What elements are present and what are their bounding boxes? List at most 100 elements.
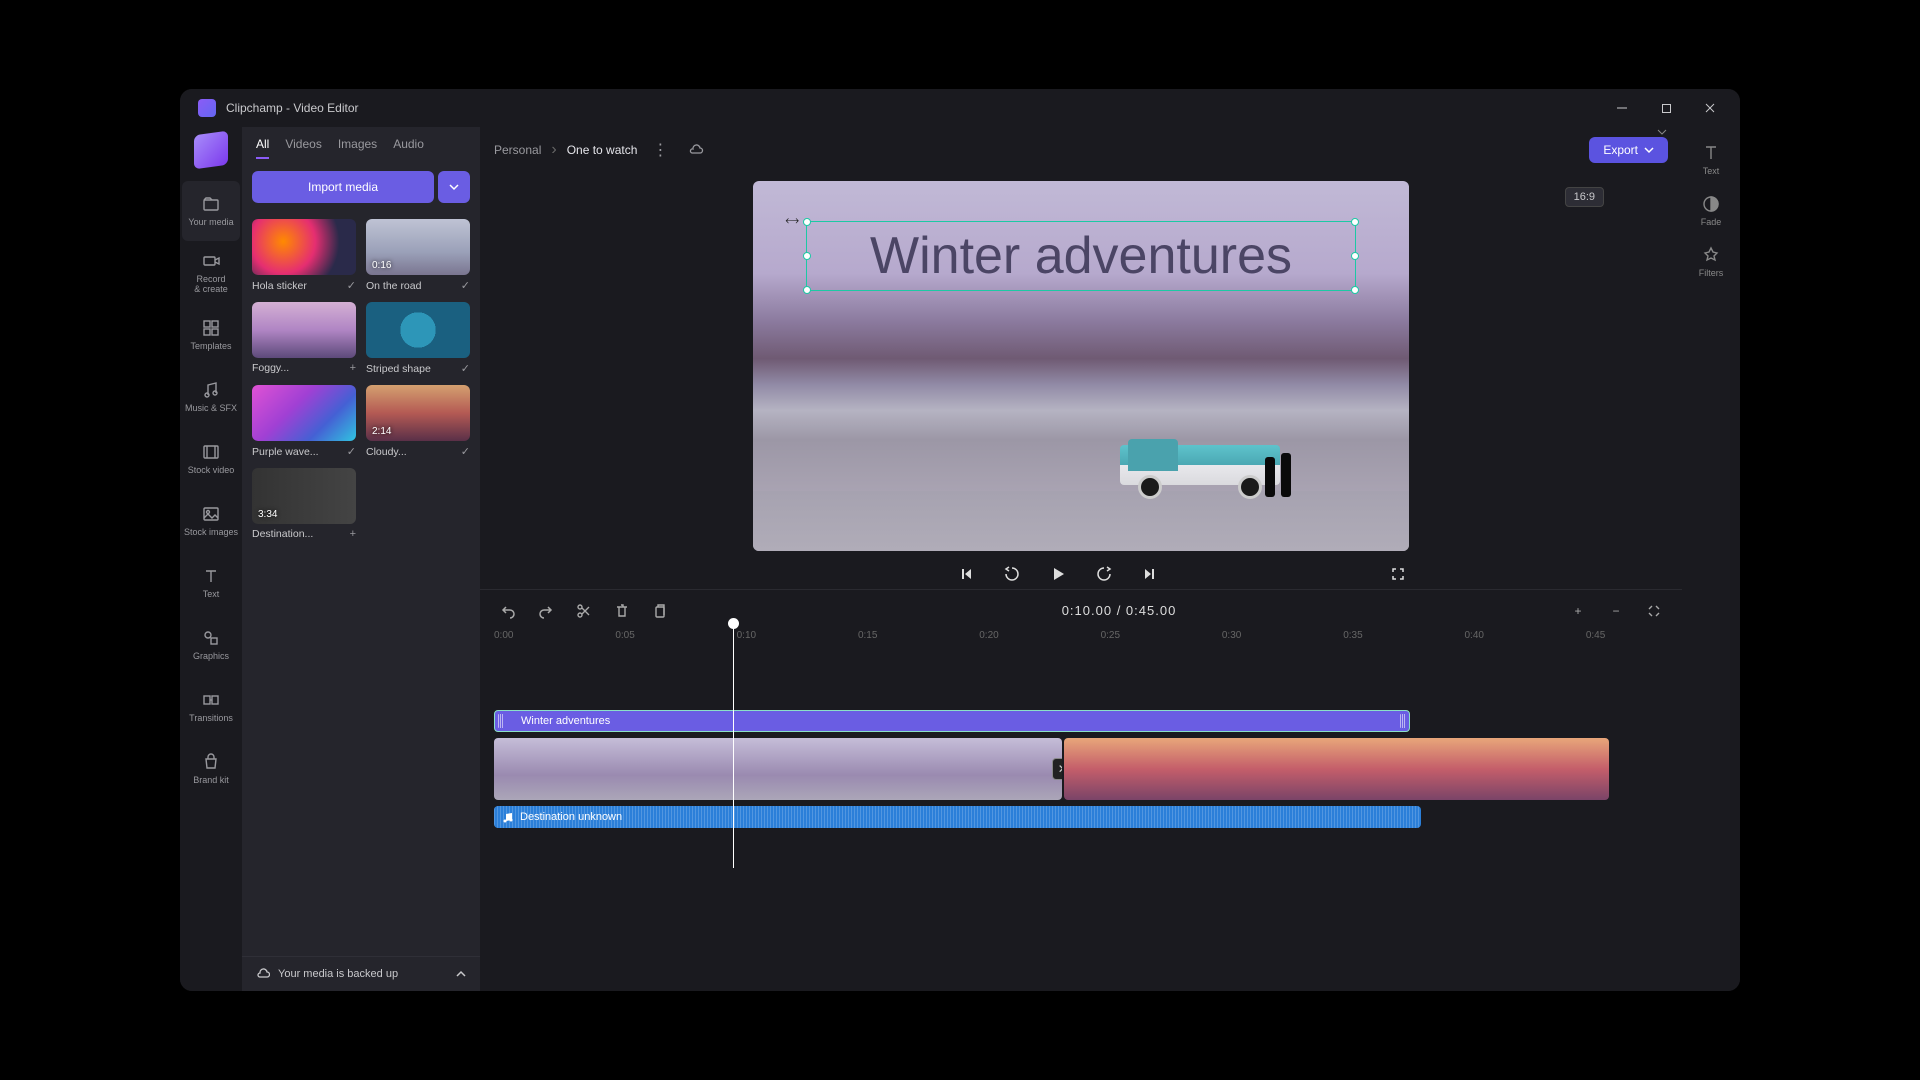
filters-icon bbox=[1701, 245, 1721, 265]
prop-text[interactable]: Text bbox=[1688, 137, 1734, 182]
rail-stock-images[interactable]: Stock images bbox=[182, 491, 240, 551]
chevron-up-icon bbox=[456, 969, 466, 979]
skip-start-button[interactable] bbox=[955, 563, 977, 585]
rail-brand-kit[interactable]: Brand kit bbox=[182, 739, 240, 799]
skip-end-button[interactable] bbox=[1139, 563, 1161, 585]
timecode-display: 0:10.00 / 0:45.00 bbox=[684, 603, 1554, 619]
import-row: Import media bbox=[242, 165, 480, 209]
resize-handle-nw[interactable] bbox=[803, 218, 811, 226]
zoom-fit-button[interactable] bbox=[1640, 597, 1668, 625]
rail-stock-video[interactable]: Stock video bbox=[182, 429, 240, 489]
cloud-check-icon bbox=[256, 967, 270, 981]
text-track-clip[interactable]: Winter adventures bbox=[494, 710, 1410, 732]
media-name: Destination... bbox=[252, 528, 313, 540]
rail-templates[interactable]: Templates bbox=[182, 305, 240, 365]
media-tabs: All Videos Images Audio bbox=[242, 127, 480, 165]
clip-trim-left[interactable] bbox=[498, 714, 504, 728]
delete-button[interactable] bbox=[608, 597, 636, 625]
import-media-button[interactable]: Import media bbox=[252, 171, 434, 203]
rail-text[interactable]: Text bbox=[182, 553, 240, 613]
copy-button[interactable] bbox=[646, 597, 674, 625]
check-icon[interactable]: ✓ bbox=[347, 279, 356, 292]
close-button[interactable] bbox=[1688, 92, 1732, 124]
timeline-toolbar: 0:10.00 / 0:45.00 + − bbox=[480, 594, 1682, 628]
media-item[interactable]: 3:34Destination...+ bbox=[252, 468, 356, 540]
rewind-button[interactable] bbox=[1001, 563, 1023, 585]
tab-images[interactable]: Images bbox=[338, 137, 377, 159]
resize-handle-e[interactable] bbox=[1351, 252, 1359, 260]
check-icon[interactable]: ✓ bbox=[461, 362, 470, 375]
media-item[interactable]: Striped shape ✓ bbox=[366, 302, 470, 375]
media-item[interactable]: 0:16On the road✓ bbox=[366, 219, 470, 292]
media-thumb bbox=[366, 302, 470, 358]
import-dropdown-button[interactable] bbox=[438, 171, 470, 203]
rail-your-media[interactable]: Your media bbox=[182, 181, 240, 241]
audio-track-clip[interactable]: Destination unknown bbox=[494, 806, 1421, 828]
preview-canvas[interactable]: Winter adventures ⤡ bbox=[753, 181, 1409, 551]
music-icon bbox=[201, 380, 221, 400]
playhead[interactable] bbox=[733, 624, 734, 868]
rail-graphics[interactable]: Graphics bbox=[182, 615, 240, 675]
plus-icon[interactable]: + bbox=[350, 528, 356, 540]
video-clip-2[interactable] bbox=[1064, 738, 1610, 800]
brand-icon[interactable] bbox=[194, 131, 228, 170]
maximize-button[interactable] bbox=[1644, 92, 1688, 124]
undo-button[interactable] bbox=[494, 597, 522, 625]
more-options-button[interactable]: ⋮ bbox=[647, 137, 673, 163]
audio-clip-icon bbox=[502, 811, 514, 823]
tab-audio[interactable]: Audio bbox=[393, 137, 424, 159]
clip-trim-right[interactable] bbox=[1400, 714, 1406, 728]
cloud-sync-button[interactable] bbox=[683, 137, 709, 163]
check-icon[interactable]: ✓ bbox=[347, 445, 356, 458]
resize-handle-se[interactable] bbox=[1351, 286, 1359, 294]
fullscreen-button[interactable] bbox=[1387, 563, 1409, 585]
prop-filters[interactable]: Filters bbox=[1688, 239, 1734, 284]
media-item[interactable]: 2:14Cloudy...✓ bbox=[366, 385, 470, 458]
transition-handle[interactable]: ✕ bbox=[1052, 758, 1062, 780]
redo-button[interactable] bbox=[532, 597, 560, 625]
tab-all[interactable]: All bbox=[256, 137, 269, 159]
check-icon[interactable]: ✓ bbox=[461, 445, 470, 458]
text-overlay-box[interactable]: Winter adventures bbox=[806, 221, 1356, 291]
breadcrumb-root[interactable]: Personal bbox=[494, 143, 541, 157]
window-title: Clipchamp - Video Editor bbox=[226, 101, 1600, 115]
rail-music[interactable]: Music & SFX bbox=[182, 367, 240, 427]
prop-fade[interactable]: Fade bbox=[1688, 188, 1734, 233]
aspect-ratio-button[interactable]: 16:9 bbox=[1565, 187, 1604, 207]
resize-handle-w[interactable] bbox=[803, 252, 811, 260]
media-duration: 0:16 bbox=[372, 260, 391, 271]
overlay-text: Winter adventures bbox=[807, 222, 1355, 290]
text-clip-icon bbox=[503, 715, 515, 727]
ruler-tick: 0:45 bbox=[1586, 630, 1605, 641]
rail-label: Brand kit bbox=[193, 776, 229, 786]
media-name: Striped shape bbox=[366, 363, 431, 375]
play-button[interactable] bbox=[1047, 563, 1069, 585]
resize-handle-ne[interactable] bbox=[1351, 218, 1359, 226]
tab-videos[interactable]: Videos bbox=[285, 137, 321, 159]
camera-icon bbox=[201, 251, 221, 271]
rail-transitions[interactable]: Transitions bbox=[182, 677, 240, 737]
folder-icon bbox=[201, 194, 221, 214]
breadcrumb-current[interactable]: One to watch bbox=[567, 143, 638, 157]
media-item[interactable]: Foggy...+ bbox=[252, 302, 356, 375]
minimize-button[interactable] bbox=[1600, 92, 1644, 124]
resize-handle-sw[interactable] bbox=[803, 286, 811, 294]
video-track[interactable]: ✕ bbox=[494, 738, 1609, 800]
zoom-out-button[interactable]: − bbox=[1602, 597, 1630, 625]
prop-label: Fade bbox=[1701, 217, 1722, 227]
tracks-area[interactable]: Winter adventures ✕ De bbox=[494, 648, 1668, 868]
timeline-collapse-button[interactable] bbox=[1656, 127, 1668, 143]
check-icon[interactable]: ✓ bbox=[461, 279, 470, 292]
split-button[interactable] bbox=[570, 597, 598, 625]
backup-status[interactable]: Your media is backed up bbox=[242, 956, 480, 991]
media-item[interactable]: Hola sticker✓ bbox=[252, 219, 356, 292]
rail-label: Graphics bbox=[193, 652, 229, 662]
video-clip-1[interactable]: ✕ bbox=[494, 738, 1062, 800]
media-thumb bbox=[252, 219, 356, 275]
forward-button[interactable] bbox=[1093, 563, 1115, 585]
media-item[interactable]: Purple wave...✓ bbox=[252, 385, 356, 458]
plus-icon[interactable]: + bbox=[350, 362, 356, 374]
time-ruler[interactable]: 0:000:050:100:150:200:250:300:350:400:45 bbox=[494, 628, 1668, 648]
rail-record-create[interactable]: Record & create bbox=[182, 243, 240, 303]
add-track-button[interactable]: + bbox=[1564, 597, 1592, 625]
